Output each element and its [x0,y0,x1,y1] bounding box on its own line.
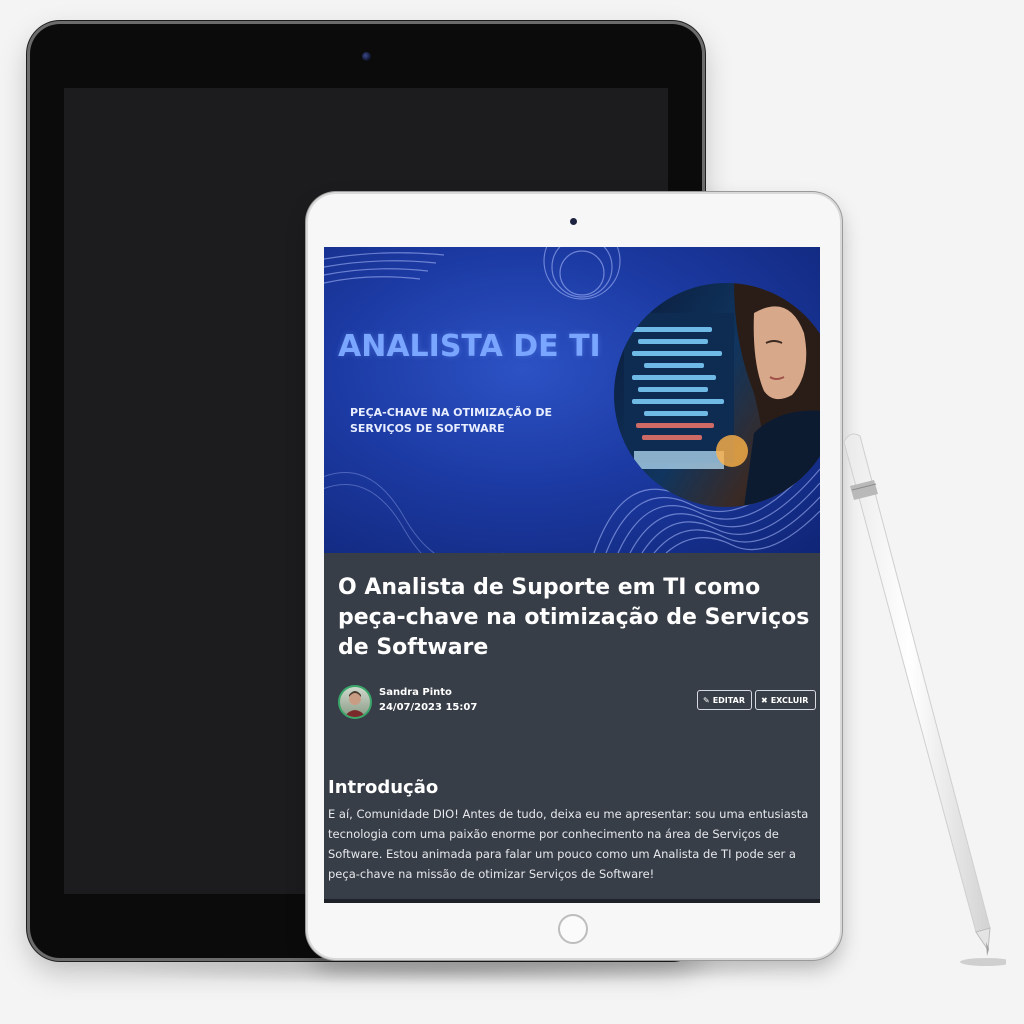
banner-title: ANALISTA DE TI [338,329,601,364]
close-icon: ✖ [761,695,768,705]
author-row: Sandra Pinto 24/07/2023 15:07 ✎ EDITAR ✖… [338,685,816,721]
article-banner: ANALISTA DE TI PEÇA-CHAVE NA OTIMIZAÇÃO … [324,247,820,553]
home-button[interactable] [558,914,588,944]
camera-icon [570,218,577,225]
edit-button-label: EDITAR [712,695,745,705]
avatar[interactable] [338,685,372,719]
delete-button-label: EXCLUIR [770,695,809,705]
banner-subtitle: PEÇA-CHAVE NA OTIMIZAÇÃO DE SERVIÇOS DE … [350,406,553,435]
camera-icon [362,52,371,61]
edit-button[interactable]: ✎ EDITAR [697,690,752,710]
section-heading-introduction: Introdução [328,777,439,798]
delete-button[interactable]: ✖ EXCLUIR [755,690,816,710]
pencil-icon: ✎ [703,695,710,705]
banner-portrait-image [614,283,820,507]
screen-bottom-edge [324,899,820,903]
article-screen: ANALISTA DE TI PEÇA-CHAVE NA OTIMIZAÇÃO … [324,247,820,903]
author-name[interactable]: Sandra Pinto [379,687,452,698]
floor-shadow [90,955,790,985]
publish-date: 24/07/2023 15:07 [379,702,478,713]
section-paragraph: E aí, Comunidade DIO! Antes de tudo, dei… [328,807,809,881]
stylus-pencil [836,428,1012,968]
article-title: O Analista de Suporte em TI como peça-ch… [338,575,810,660]
front-tablet: ANALISTA DE TI PEÇA-CHAVE NA OTIMIZAÇÃO … [308,194,840,958]
